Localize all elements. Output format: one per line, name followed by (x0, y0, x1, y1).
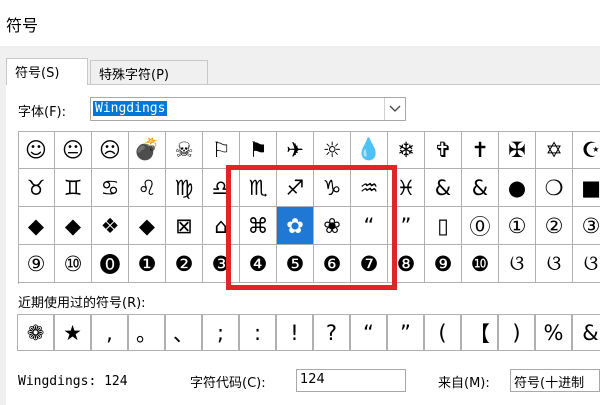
symbol-cell[interactable]: ☠ (166, 131, 203, 169)
symbol-cell[interactable]: ⌂ (203, 207, 240, 245)
symbol-cell[interactable]: ♏ (240, 169, 277, 207)
symbol-cell[interactable]: ♌ (129, 169, 166, 207)
symbol-cell[interactable]: ⓪ (462, 207, 499, 245)
recent-symbol-cell[interactable]: 、 (165, 314, 202, 351)
symbol-cell[interactable]: ✝ (462, 131, 499, 169)
symbol-cell[interactable]: 😐 (55, 131, 92, 169)
title-bar: 符号 (0, 0, 600, 46)
recent-symbol-cell[interactable]: ” (387, 314, 424, 351)
symbol-cell[interactable]: ⚐ (203, 131, 240, 169)
recent-symbol-cell[interactable]: ) (498, 314, 535, 351)
char-code-input[interactable]: 124 (296, 369, 406, 392)
recent-symbol-cell[interactable]: 【 (461, 314, 498, 351)
symbol-cell[interactable]: ▯ (425, 207, 462, 245)
symbol-cell[interactable]: ” (388, 207, 425, 245)
symbol-cell[interactable]: 💧 (351, 131, 388, 169)
recent-symbol-cell[interactable]: 。 (128, 314, 165, 351)
symbol-cell[interactable]: ⚑ (240, 131, 277, 169)
tab-symbols[interactable]: 符号(S) (6, 58, 88, 85)
symbol-cell[interactable]: ✈ (277, 131, 314, 169)
symbol-cell[interactable]: ⊠ (166, 207, 203, 245)
recent-symbol-cell[interactable]: ! (276, 314, 313, 351)
symbol-cell[interactable]: ◆ (129, 207, 166, 245)
from-label: 来自(M): (438, 376, 490, 391)
symbol-cell[interactable]: ● (499, 169, 536, 207)
symbol-cell[interactable]: ✞ (425, 131, 462, 169)
symbol-cell[interactable]: ❾ (425, 245, 462, 283)
chevron-down-icon[interactable] (384, 98, 405, 120)
symbol-cell[interactable]: “ (351, 207, 388, 245)
symbol-cell[interactable]: ❍ (536, 169, 573, 207)
symbol-cell[interactable]: ❄ (388, 131, 425, 169)
symbol-grid: ☺ 😐 ☹ 💣 ☠ ⚐ ⚑ ✈ ☼ 💧 ❄ ✞ ✝ ✠ ✡ ☪ ♉ ♊ ♋ ♌ ♍ ♎ ♏ ♐ ♑ ♒ ♓ & & ● ❍ ■ ◆ ◆ ❖ ◆ ⊠ ⌂ ⌘ ✿… (18, 131, 600, 284)
font-select[interactable]: Wingdings (90, 97, 406, 121)
symbol-cell[interactable]: ■ (573, 169, 600, 207)
symbol-cell[interactable]: & (462, 169, 499, 207)
symbol-cell[interactable]: ♐ (277, 169, 314, 207)
recent-symbol-cell[interactable]: ? (313, 314, 350, 351)
recent-symbols-label: 近期使用过的符号(R): (18, 296, 146, 311)
font-select-value: Wingdings (93, 101, 168, 116)
symbol-cell[interactable]: ☪ (573, 131, 600, 169)
recent-symbol-cell[interactable]: ❁ (17, 314, 54, 351)
symbol-cell[interactable]: ଓ (499, 245, 536, 283)
recent-symbol-cell[interactable]: & (572, 314, 600, 351)
symbol-cell[interactable]: ◆ (18, 207, 55, 245)
symbol-cell[interactable]: ③ (573, 207, 600, 245)
symbol-cell[interactable]: ❷ (166, 245, 203, 283)
symbol-cell[interactable]: ♑ (314, 169, 351, 207)
recent-symbol-cell[interactable]: , (91, 314, 128, 351)
symbol-cell[interactable]: ♊ (55, 169, 92, 207)
symbol-cell[interactable]: ❻ (314, 245, 351, 283)
recent-symbols-row: ❁ ★,。、;:!? “”(【)% & (17, 314, 600, 354)
symbol-cell[interactable]: ⌘ (240, 207, 277, 245)
symbol-cell[interactable]: ② (536, 207, 573, 245)
symbol-cell[interactable]: ☹ (92, 131, 129, 169)
tab-special-characters[interactable]: 特殊字符(P) (90, 60, 208, 84)
symbol-cell[interactable]: ❖ (92, 207, 129, 245)
symbol-cell[interactable]: ⑨ (18, 245, 55, 283)
symbol-cell[interactable]: ❽ (388, 245, 425, 283)
symbol-cell[interactable]: ❶ (129, 245, 166, 283)
symbol-cell[interactable]: ⓿ (92, 245, 129, 283)
symbol-cell[interactable]: ☺ (18, 131, 55, 169)
symbol-cell[interactable]: ✿ (277, 207, 314, 245)
symbol-cell[interactable]: ❀ (314, 207, 351, 245)
recent-symbol-cell[interactable]: ★ (54, 314, 91, 351)
symbol-cell[interactable]: ❸ (203, 245, 240, 283)
symbol-cell[interactable]: ① (499, 207, 536, 245)
symbol-cell[interactable]: ✠ (499, 131, 536, 169)
symbol-cell[interactable]: ଓ (573, 245, 600, 283)
symbol-cell[interactable]: ♒ (351, 169, 388, 207)
from-select[interactable]: 符号(十进制 (510, 369, 600, 392)
window-title: 符号 (6, 16, 39, 35)
symbol-cell[interactable]: ♍ (166, 169, 203, 207)
recent-symbol-cell[interactable]: : (239, 314, 276, 351)
symbol-cell[interactable]: ♋ (92, 169, 129, 207)
symbol-cell[interactable]: ♓ (388, 169, 425, 207)
symbol-cell[interactable]: 💣 (129, 131, 166, 169)
recent-symbol-cell[interactable]: “ (350, 314, 387, 351)
symbol-cell[interactable]: ✡ (536, 131, 573, 169)
recent-symbol-cell[interactable]: ( (424, 314, 461, 351)
symbol-cell[interactable]: ଓ (536, 245, 573, 283)
symbol-cell[interactable]: ♉ (18, 169, 55, 207)
recent-symbol-cell[interactable]: % (535, 314, 572, 351)
symbol-cell[interactable]: & (425, 169, 462, 207)
font-label: 字体(F): (18, 105, 67, 120)
symbol-cell[interactable]: ♎ (203, 169, 240, 207)
symbol-cell[interactable]: ☼ (314, 131, 351, 169)
symbol-cell[interactable]: ❼ (351, 245, 388, 283)
symbol-cell[interactable]: ❿ (462, 245, 499, 283)
symbol-cell[interactable]: ⑩ (55, 245, 92, 283)
symbol-cell[interactable]: ❺ (277, 245, 314, 283)
font-code-info: Wingdings: 124 (18, 374, 128, 389)
recent-symbol-cell[interactable]: ; (202, 314, 239, 351)
symbol-cell[interactable]: ◆ (55, 207, 92, 245)
char-code-label: 字符代码(C): (190, 376, 266, 391)
symbol-cell[interactable]: ❹ (240, 245, 277, 283)
